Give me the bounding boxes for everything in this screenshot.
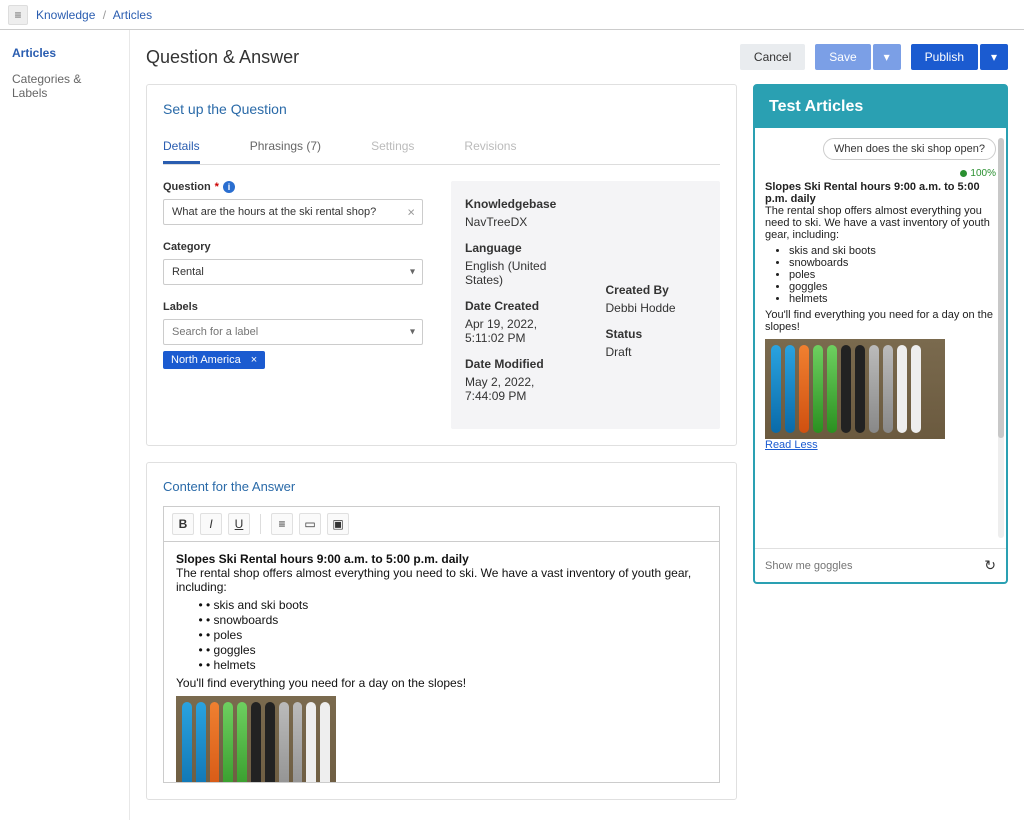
meta-modified-value: May 2, 2022, 7:44:09 PM	[465, 375, 566, 403]
required-asterisk: *	[215, 181, 219, 193]
toolbar-separator	[260, 514, 261, 534]
meta-lang-label: Language	[465, 241, 566, 255]
response-closing: You'll find everything you need for a da…	[765, 309, 996, 333]
response-title: Slopes Ski Rental hours 9:00 a.m. to 5:0…	[765, 181, 996, 205]
breadcrumb-section[interactable]: Knowledge	[36, 8, 95, 22]
meta-lang-value: English (United States)	[465, 259, 566, 287]
image-button[interactable]: ▭	[299, 513, 321, 535]
sidebar-item-categories-labels[interactable]: Categories & Labels	[12, 66, 117, 106]
rich-text-editor: B I U ≡ ▭ ▣ Slopes Ski Rental hours 9:00…	[163, 506, 720, 783]
header-actions: Cancel Save ▾ Publish ▾	[740, 44, 1008, 70]
publish-dropdown[interactable]: ▾	[980, 44, 1008, 70]
labels-label: Labels	[163, 301, 423, 313]
hamburger-menu[interactable]: ≡	[8, 5, 28, 25]
bot-response: 100% Slopes Ski Rental hours 9:00 a.m. t…	[765, 168, 996, 451]
meta-createdby-value: Debbi Hodde	[606, 301, 707, 315]
question-input[interactable]	[163, 199, 423, 225]
close-icon[interactable]: ×	[251, 354, 257, 366]
history-icon[interactable]: ↻	[984, 557, 996, 574]
label-chip-text: North America	[171, 354, 241, 366]
tab-phrasings[interactable]: Phrasings (7)	[250, 131, 321, 164]
underline-button[interactable]: U	[228, 513, 250, 535]
breadcrumb-page[interactable]: Articles	[113, 8, 152, 22]
meta-kb-label: Knowledgebase	[465, 197, 566, 211]
list-item: snowboards	[206, 613, 707, 627]
list-item: goggles	[206, 643, 707, 657]
setup-question-panel: Set up the Question Details Phrasings (7…	[146, 84, 737, 446]
ski-gear-image	[765, 339, 945, 439]
status-dot-icon	[960, 170, 967, 177]
editor-content[interactable]: Slopes Ski Rental hours 9:00 a.m. to 5:0…	[164, 542, 719, 782]
sidebar-item-articles[interactable]: Articles	[12, 40, 117, 66]
category-select[interactable]	[163, 259, 423, 285]
answer-intro: The rental shop offers almost everything…	[176, 566, 707, 594]
metadata-panel: Knowledgebase NavTreeDX Language English…	[451, 181, 720, 429]
save-button[interactable]: Save	[815, 44, 870, 70]
list-item: helmets	[789, 293, 996, 305]
editor-toolbar: B I U ≡ ▭ ▣	[164, 507, 719, 542]
response-list: skis and ski boots snowboards poles gogg…	[789, 245, 996, 305]
chat-scrollbar[interactable]	[998, 138, 1004, 538]
confidence-badge: 100%	[765, 168, 996, 179]
clear-icon[interactable]: ×	[407, 205, 415, 220]
read-less-link[interactable]: Read Less	[765, 439, 996, 451]
tab-settings[interactable]: Settings	[371, 131, 414, 164]
test-articles-panel: Test Articles When does the ski shop ope…	[753, 84, 1008, 584]
answer-heading: Slopes Ski Rental hours 9:00 a.m. to 5:0…	[176, 552, 707, 566]
setup-tabs: Details Phrasings (7) Settings Revisions	[163, 131, 720, 165]
breadcrumb-separator: /	[103, 8, 106, 22]
setup-title: Set up the Question	[163, 101, 720, 117]
meta-created-value: Apr 19, 2022, 5:11:02 PM	[465, 317, 566, 345]
breadcrumb: Knowledge / Articles	[36, 8, 152, 22]
list-item: helmets	[206, 658, 707, 672]
answer-title: Content for the Answer	[163, 479, 720, 494]
chat-input[interactable]	[765, 560, 950, 572]
label-chip[interactable]: North America ×	[163, 351, 265, 369]
user-message: When does the ski shop open?	[823, 138, 996, 160]
answer-panel: Content for the Answer B I U ≡ ▭ ▣	[146, 462, 737, 800]
list-item: snowboards	[789, 257, 996, 269]
list-button[interactable]: ≡	[271, 513, 293, 535]
video-button[interactable]: ▣	[327, 513, 349, 535]
meta-createdby-label: Created By	[606, 283, 707, 297]
meta-created-label: Date Created	[465, 299, 566, 313]
ski-gear-image	[176, 696, 336, 782]
meta-status-label: Status	[606, 327, 707, 341]
list-item: skis and ski boots	[206, 598, 707, 612]
info-icon[interactable]: i	[223, 181, 235, 193]
labels-search-input[interactable]	[163, 319, 423, 345]
tab-details[interactable]: Details	[163, 131, 200, 164]
answer-closing: You'll find everything you need for a da…	[176, 676, 707, 690]
save-dropdown[interactable]: ▾	[873, 44, 901, 70]
meta-kb-value: NavTreeDX	[465, 215, 566, 229]
chat-header: Test Articles	[755, 86, 1006, 128]
tab-revisions[interactable]: Revisions	[464, 131, 516, 164]
sidebar: Articles Categories & Labels	[0, 30, 130, 820]
italic-button[interactable]: I	[200, 513, 222, 535]
list-item: goggles	[789, 281, 996, 293]
page-title: Question & Answer	[146, 47, 299, 68]
list-item: skis and ski boots	[789, 245, 996, 257]
answer-list: skis and ski boots snowboards poles gogg…	[206, 598, 707, 672]
cancel-button[interactable]: Cancel	[740, 44, 805, 70]
list-item: poles	[789, 269, 996, 281]
meta-status-value: Draft	[606, 345, 707, 359]
category-label: Category	[163, 241, 423, 253]
response-intro: The rental shop offers almost everything…	[765, 205, 996, 241]
publish-button[interactable]: Publish	[911, 44, 978, 70]
question-label: Question * i	[163, 181, 423, 193]
meta-modified-label: Date Modified	[465, 357, 566, 371]
list-item: poles	[206, 628, 707, 642]
bold-button[interactable]: B	[172, 513, 194, 535]
